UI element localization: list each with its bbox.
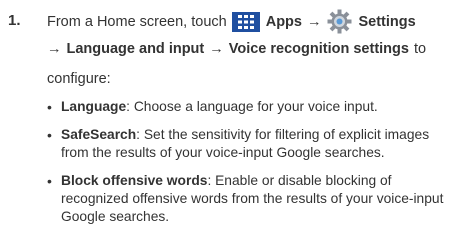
step-text-intro: From a Home screen, touch: [47, 13, 227, 30]
option-term: Language: [61, 99, 127, 114]
step-number: 1.: [8, 12, 21, 29]
settings-label: Settings: [358, 13, 416, 30]
step-text-configure: configure:: [47, 71, 111, 87]
list-item-language: Language: Choose a language for your voi…: [47, 98, 457, 116]
voice-recognition-settings-label: Voice recognition settings: [228, 41, 409, 57]
apps-icon: [231, 11, 260, 32]
arrow-3: →: [209, 41, 224, 57]
list-item-safesearch: SafeSearch: Set the sensitivity for filt…: [47, 126, 457, 162]
language-and-input-label: Language and input: [66, 41, 205, 57]
option-term: SafeSearch: [61, 127, 137, 142]
option-term: Block offensive words: [61, 173, 208, 188]
step-line-1: From a Home screen, touch Apps → Setting…: [47, 9, 416, 34]
step-line-2: → Language and input → Voice recognition…: [47, 41, 426, 57]
list-item-block-offensive-words: Block offensive words: Enable or disable…: [47, 172, 457, 226]
arrow-2: →: [47, 41, 62, 57]
settings-icon: [327, 9, 352, 34]
option-description: : Choose a language for your voice input…: [126, 99, 378, 114]
step-line-3: configure:: [47, 71, 111, 87]
settings-options-list: Language: Choose a language for your voi…: [47, 98, 457, 236]
arrow-1: →: [306, 13, 322, 30]
apps-label: Apps: [265, 13, 302, 30]
step-text-to: to: [413, 41, 427, 57]
